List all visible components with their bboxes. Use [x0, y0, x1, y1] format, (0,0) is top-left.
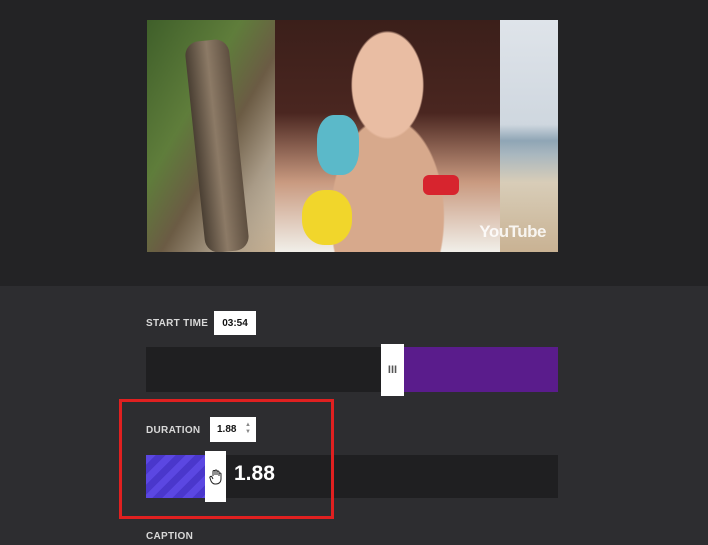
start-time-handle[interactable]: III	[381, 344, 404, 396]
scene-ice-cream-top	[317, 115, 359, 175]
scene-ice-cream-drip	[302, 190, 352, 245]
youtube-watermark: YouTube	[479, 222, 546, 241]
video-thumbnail[interactable]: YouTube	[147, 20, 558, 252]
start-time-input[interactable]: 03:54	[214, 311, 256, 335]
start-time-fill	[404, 347, 558, 392]
scene-watch	[423, 175, 459, 195]
start-time-label: START TIME	[146, 318, 209, 329]
grip-icon: III	[387, 364, 398, 376]
annotation-highlight-box	[119, 399, 334, 519]
caption-label: CAPTION	[146, 531, 194, 542]
